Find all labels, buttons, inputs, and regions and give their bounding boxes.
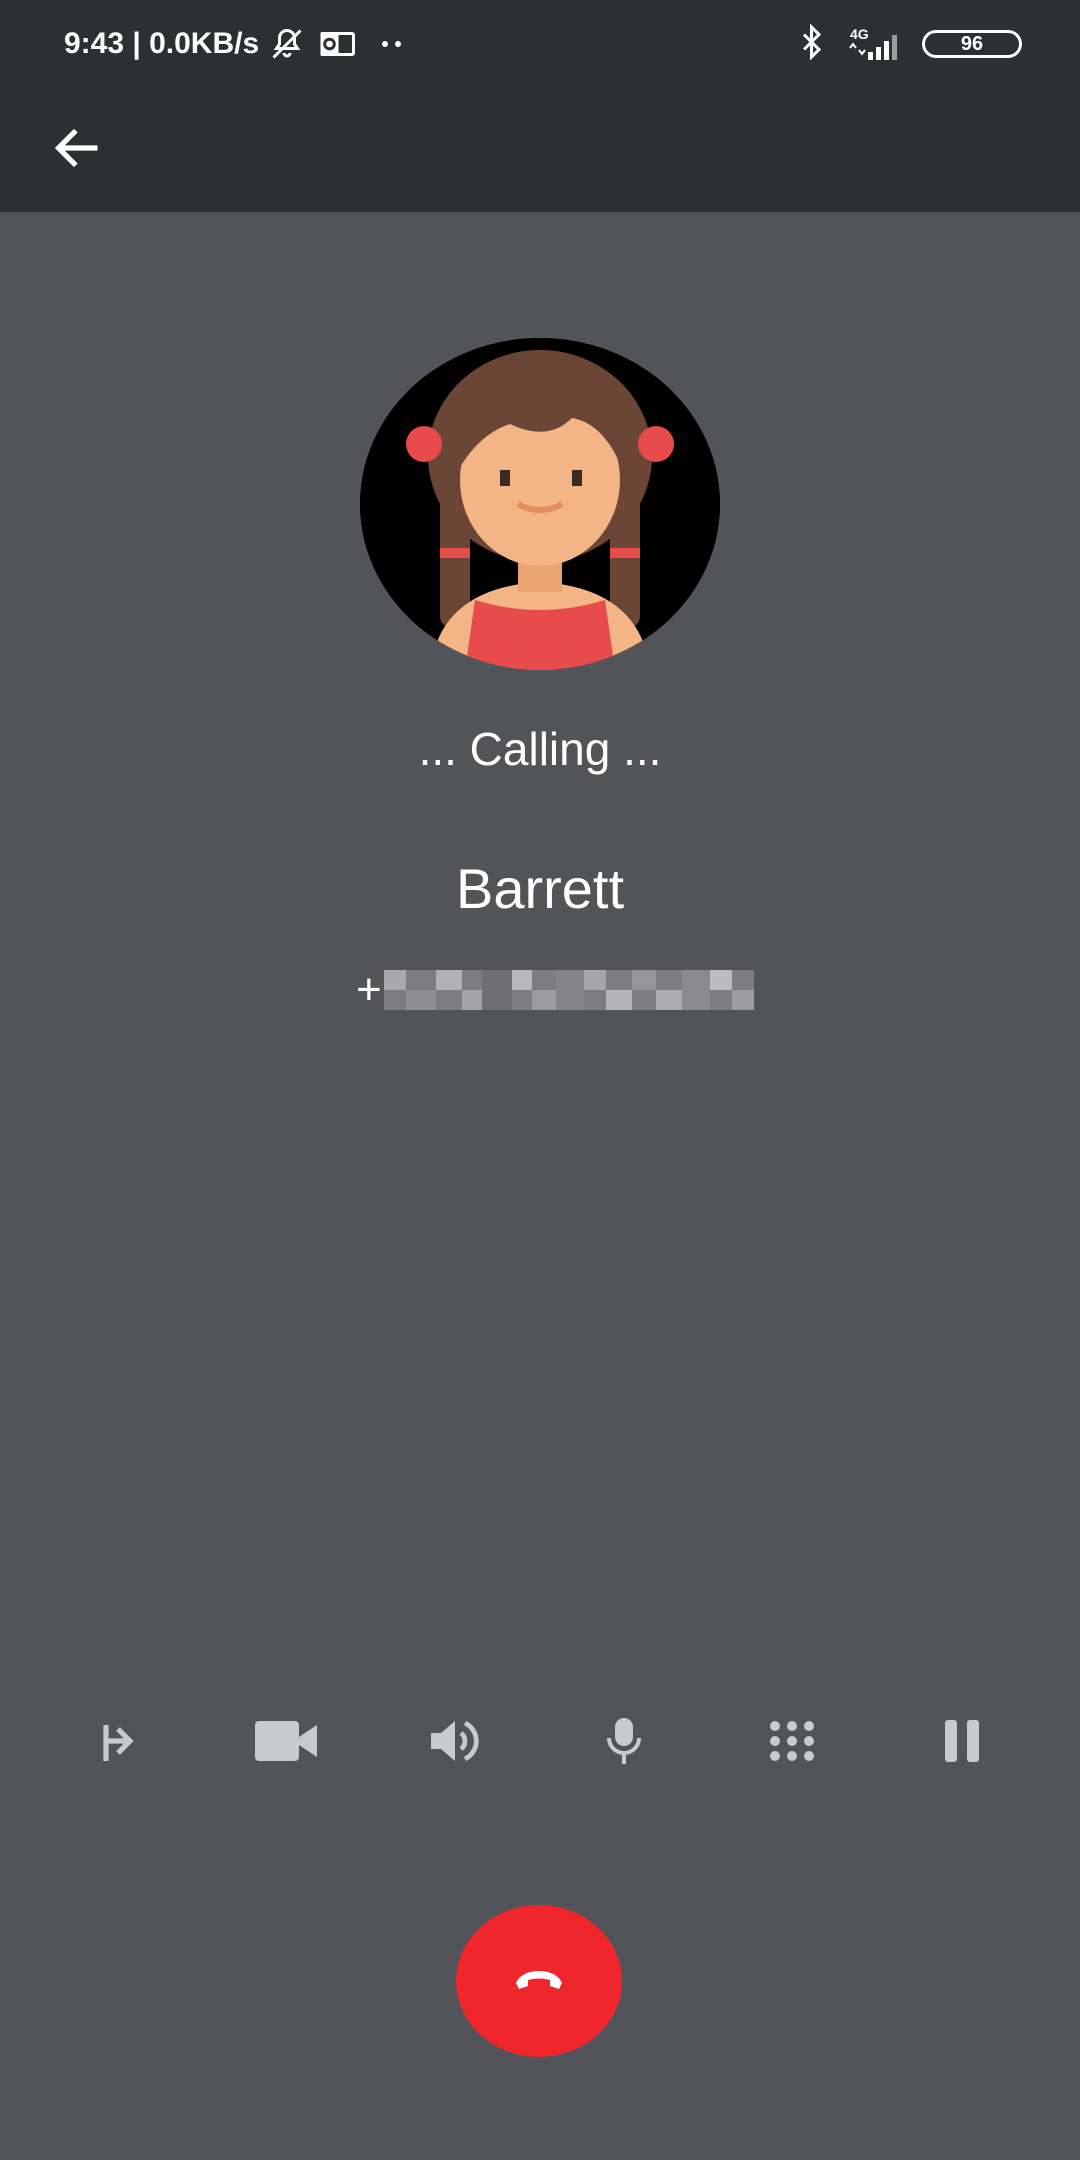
signal-icon: 4G xyxy=(846,26,904,62)
phone-number-prefix: + xyxy=(356,965,382,1014)
outlook-icon xyxy=(319,29,356,59)
contact-name: Barrett xyxy=(455,857,625,920)
battery-icon: 96 xyxy=(922,30,1022,58)
back-arrow-icon xyxy=(52,122,104,179)
video-button[interactable] xyxy=(246,1708,326,1778)
status-bar: 9:43 | 0.0KB/s 4G 96 xyxy=(0,0,1080,88)
status-time-speed: 9:43 | 0.0KB/s xyxy=(64,27,260,60)
bluetooth-icon xyxy=(798,22,828,65)
status-right: 4G 96 xyxy=(798,22,1022,66)
redacted-number xyxy=(383,970,754,1010)
hang-up-icon xyxy=(514,1967,564,1996)
dialpad-icon xyxy=(769,1720,815,1767)
network-label: 4G xyxy=(850,26,869,42)
mute-mic-button[interactable] xyxy=(584,1708,664,1778)
pause-icon xyxy=(945,1719,979,1767)
microphone-icon xyxy=(607,1717,641,1769)
speaker-button[interactable] xyxy=(414,1708,494,1778)
back-button[interactable] xyxy=(44,116,112,184)
call-status: ... Calling ... xyxy=(418,723,662,775)
status-left: 9:43 | 0.0KB/s xyxy=(64,22,403,66)
video-camera-icon xyxy=(255,1720,317,1766)
speaker-icon xyxy=(427,1717,481,1770)
end-call-button[interactable] xyxy=(456,1905,622,2057)
transfer-button[interactable] xyxy=(78,1708,158,1778)
mute-icon xyxy=(269,26,305,62)
call-transfer-icon xyxy=(98,1717,138,1770)
dialpad-button[interactable] xyxy=(752,1708,832,1778)
battery-level: 96 xyxy=(960,32,984,55)
phone-number: + xyxy=(356,965,754,1014)
call-controls xyxy=(0,1708,1080,1778)
hold-button[interactable] xyxy=(922,1708,1002,1778)
app-bar xyxy=(0,88,1080,212)
contact-avatar xyxy=(360,338,720,670)
more-dots-icon xyxy=(381,39,403,49)
